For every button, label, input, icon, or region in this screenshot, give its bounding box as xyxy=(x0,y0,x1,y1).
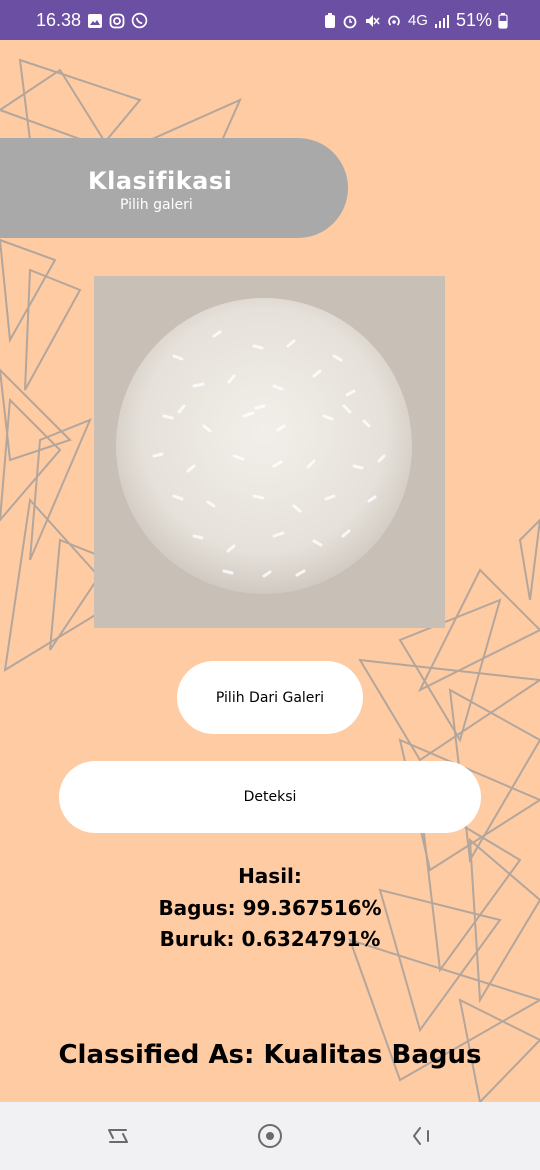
recent-apps-icon[interactable] xyxy=(102,1120,134,1152)
battery-saver-icon xyxy=(324,12,335,28)
classification-result: Classified As: Kualitas Bagus xyxy=(58,1040,482,1070)
selected-image-preview xyxy=(94,276,445,628)
result-good-percentage: Bagus: 99.367516% xyxy=(158,896,382,920)
alarm-icon xyxy=(343,15,357,28)
status-time: 16.38 xyxy=(36,10,82,30)
status-right: 4G 51% xyxy=(324,10,508,31)
battery-level: 51% xyxy=(455,10,492,30)
back-icon[interactable] xyxy=(406,1120,438,1152)
status-left: 16.38 xyxy=(36,10,148,31)
hotspot-icon xyxy=(388,15,400,26)
result-bad-percentage: Buruk: 0.6324791% xyxy=(159,927,381,951)
home-icon[interactable] xyxy=(254,1120,286,1152)
navigation-bar xyxy=(0,1102,540,1170)
mute-icon xyxy=(365,14,380,27)
result-heading: Hasil: xyxy=(238,864,302,888)
choose-from-gallery-button[interactable]: Pilih Dari Galeri xyxy=(177,661,363,734)
gallery-notification-icon xyxy=(88,13,103,28)
rice-grains-texture xyxy=(152,330,386,578)
whatsapp-icon xyxy=(131,12,148,29)
detect-button[interactable]: Deteksi xyxy=(59,761,481,833)
status-bar: 16.38 4G 51% xyxy=(0,0,540,40)
signal-icon xyxy=(434,14,449,28)
instagram-icon xyxy=(109,13,125,28)
page-title: Klasifikasi xyxy=(88,167,233,195)
battery-icon xyxy=(498,12,508,29)
page-subtitle: Pilih galeri xyxy=(120,197,193,213)
network-type: 4G xyxy=(407,11,428,29)
